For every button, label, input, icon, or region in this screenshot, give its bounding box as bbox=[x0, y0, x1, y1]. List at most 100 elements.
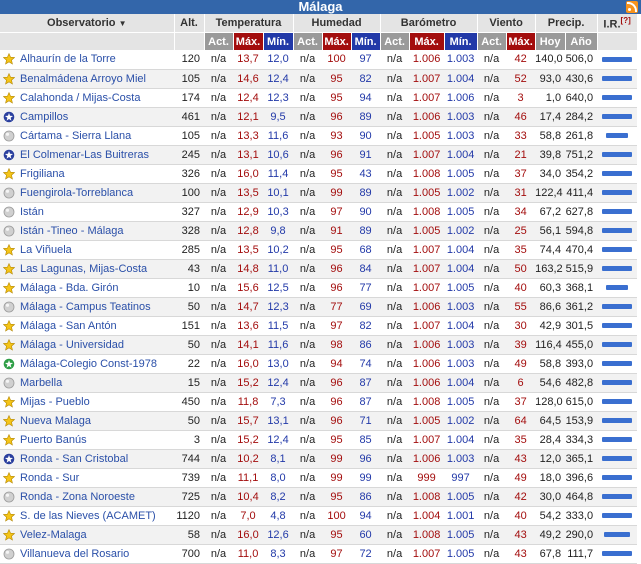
station-cell: Málaga-Colegio Const-1978 bbox=[18, 354, 175, 374]
baro-max-cell: 1.005 bbox=[409, 411, 445, 431]
wind-max-cell: 33 bbox=[506, 126, 536, 146]
hum-max-cell: 93 bbox=[322, 126, 352, 146]
star-icon bbox=[0, 506, 18, 526]
wind-max-cell: 39 bbox=[506, 335, 536, 355]
baro-act-cell: n/a bbox=[380, 126, 410, 146]
hum-min-cell: 87 bbox=[351, 392, 381, 412]
hum-min-cell: 90 bbox=[351, 202, 381, 222]
station-link[interactable]: Istán bbox=[18, 206, 44, 218]
star-icon bbox=[0, 411, 18, 431]
station-link[interactable]: Campillos bbox=[18, 111, 68, 123]
station-link[interactable]: S. de las Nieves (ACAMET) bbox=[18, 510, 156, 522]
stations-table: Observatorio ▼ Alt. Temperatura Humedad … bbox=[0, 14, 638, 564]
station-link[interactable]: Velez-Malaga bbox=[18, 529, 87, 541]
alt-cell: 105 bbox=[174, 126, 205, 146]
sub-b-max[interactable]: Máx. bbox=[409, 32, 445, 50]
ir-cell bbox=[597, 278, 638, 298]
hum-act-cell: n/a bbox=[293, 468, 323, 488]
station-link[interactable]: Alhaurín de la Torre bbox=[18, 53, 116, 65]
temp-max-cell: 16,0 bbox=[233, 164, 264, 184]
temp-min-cell: 13,1 bbox=[263, 411, 294, 431]
sub-p-hoy[interactable]: Hoy bbox=[535, 32, 566, 50]
gray-circle-icon bbox=[0, 544, 18, 564]
hum-min-cell: 77 bbox=[351, 278, 381, 298]
wind-max-cell: 43 bbox=[506, 449, 536, 469]
baro-min-cell: 1.002 bbox=[444, 221, 478, 241]
station-link[interactable]: Ronda - Zona Noroeste bbox=[18, 491, 135, 503]
station-link[interactable]: La Viñuela bbox=[18, 244, 72, 256]
temp-max-cell: 15,6 bbox=[233, 278, 264, 298]
col-alt[interactable]: Alt. bbox=[174, 14, 205, 33]
station-link[interactable]: Málaga - Campus Teatinos bbox=[18, 301, 151, 313]
table-row: Fuengirola-Torreblanca 100 n/a 13,5 10,1 n/a 9… bbox=[0, 183, 638, 203]
station-cell: Fuengirola-Torreblanca bbox=[18, 183, 175, 203]
station-link[interactable]: Benalmádena Arroyo Miel bbox=[18, 73, 146, 85]
ir-help-link[interactable]: [?] bbox=[621, 16, 631, 25]
station-link[interactable]: El Colmenar-Las Buitreras bbox=[18, 149, 149, 161]
baro-max-cell: 1.007 bbox=[409, 544, 445, 564]
sub-h-max[interactable]: Máx. bbox=[322, 32, 352, 50]
precip-year-cell: 640,0 bbox=[565, 88, 598, 108]
station-link[interactable]: Ronda - Sur bbox=[18, 472, 79, 484]
precip-year-cell: 284,2 bbox=[565, 107, 598, 127]
baro-act-cell: n/a bbox=[380, 69, 410, 89]
wind-act-cell: n/a bbox=[477, 278, 507, 298]
sub-h-min[interactable]: Mín. bbox=[351, 32, 381, 50]
sub-t-act[interactable]: Act. bbox=[204, 32, 234, 50]
baro-max-cell: 1.007 bbox=[409, 430, 445, 450]
sub-h-act[interactable]: Act. bbox=[293, 32, 323, 50]
temp-max-cell: 14,6 bbox=[233, 69, 264, 89]
station-link[interactable]: Calahonda / Mijas-Costa bbox=[18, 92, 140, 104]
station-link[interactable]: Fuengirola-Torreblanca bbox=[18, 187, 133, 199]
baro-max-cell: 1.006 bbox=[409, 449, 445, 469]
rss-icon[interactable] bbox=[626, 1, 638, 13]
station-cell: Málaga - San Antón bbox=[18, 316, 175, 336]
sub-b-act[interactable]: Act. bbox=[380, 32, 410, 50]
col-observatorio[interactable]: Observatorio ▼ bbox=[0, 14, 175, 33]
hum-min-cell: 90 bbox=[351, 126, 381, 146]
station-link[interactable]: Málaga-Colegio Const-1978 bbox=[18, 358, 157, 370]
hum-act-cell: n/a bbox=[293, 202, 323, 222]
baro-act-cell: n/a bbox=[380, 544, 410, 564]
station-link[interactable]: Mijas - Pueblo bbox=[18, 396, 90, 408]
sub-t-min[interactable]: Mín. bbox=[263, 32, 294, 50]
wind-max-cell: 49 bbox=[506, 354, 536, 374]
sub-v-max[interactable]: Máx. bbox=[506, 32, 536, 50]
hum-max-cell: 91 bbox=[322, 221, 352, 241]
table-row: Málaga - Universidad 50 n/a 14,1 11,6 n/a 98 86… bbox=[0, 335, 638, 355]
wind-max-cell: 37 bbox=[506, 392, 536, 412]
station-link[interactable]: Málaga - Bda. Girón bbox=[18, 282, 118, 294]
station-link[interactable]: Las Lagunas, Mijas-Costa bbox=[18, 263, 147, 275]
temp-min-cell: 12,5 bbox=[263, 278, 294, 298]
blue-globe-icon bbox=[0, 145, 18, 165]
station-link[interactable]: Málaga - Universidad bbox=[18, 339, 124, 351]
hum-min-cell: 94 bbox=[351, 88, 381, 108]
alt-cell: 120 bbox=[174, 50, 205, 70]
station-link[interactable]: Puerto Banús bbox=[18, 434, 87, 446]
ir-cell bbox=[597, 221, 638, 241]
station-link[interactable]: Villanueva del Rosario bbox=[18, 548, 129, 560]
temp-max-cell: 11,1 bbox=[233, 468, 264, 488]
station-link[interactable]: Cártama - Sierra Llana bbox=[18, 130, 131, 142]
station-link[interactable]: Frigiliana bbox=[18, 168, 65, 180]
station-cell: Las Lagunas, Mijas-Costa bbox=[18, 259, 175, 279]
sub-v-act[interactable]: Act. bbox=[477, 32, 507, 50]
sub-t-max[interactable]: Máx. bbox=[233, 32, 264, 50]
wind-max-cell: 35 bbox=[506, 240, 536, 260]
station-link[interactable]: Istán -Tineo - Málaga bbox=[18, 225, 124, 237]
sub-p-ano[interactable]: Año bbox=[565, 32, 598, 50]
station-link[interactable]: Málaga - San Antón bbox=[18, 320, 117, 332]
table-row: Alhaurín de la Torre 120 n/a 13,7 12,0 n/a 100… bbox=[0, 50, 638, 70]
station-link[interactable]: Marbella bbox=[18, 377, 62, 389]
station-link[interactable]: Nueva Malaga bbox=[18, 415, 91, 427]
star-icon bbox=[0, 259, 18, 279]
precip-today-cell: 67,8 bbox=[535, 544, 566, 564]
precip-year-cell: 751,2 bbox=[565, 145, 598, 165]
precip-year-cell: 411,4 bbox=[565, 183, 598, 203]
sort-down-icon: ▼ bbox=[118, 19, 127, 28]
wind-act-cell: n/a bbox=[477, 126, 507, 146]
station-link[interactable]: Ronda - San Cristobal bbox=[18, 453, 128, 465]
table-row: Marbella 15 n/a 15,2 12,4 n/a 96 87 n/a 1.006 1.00… bbox=[0, 373, 638, 393]
sub-b-min[interactable]: Mín. bbox=[444, 32, 478, 50]
alt-cell: 22 bbox=[174, 354, 205, 374]
